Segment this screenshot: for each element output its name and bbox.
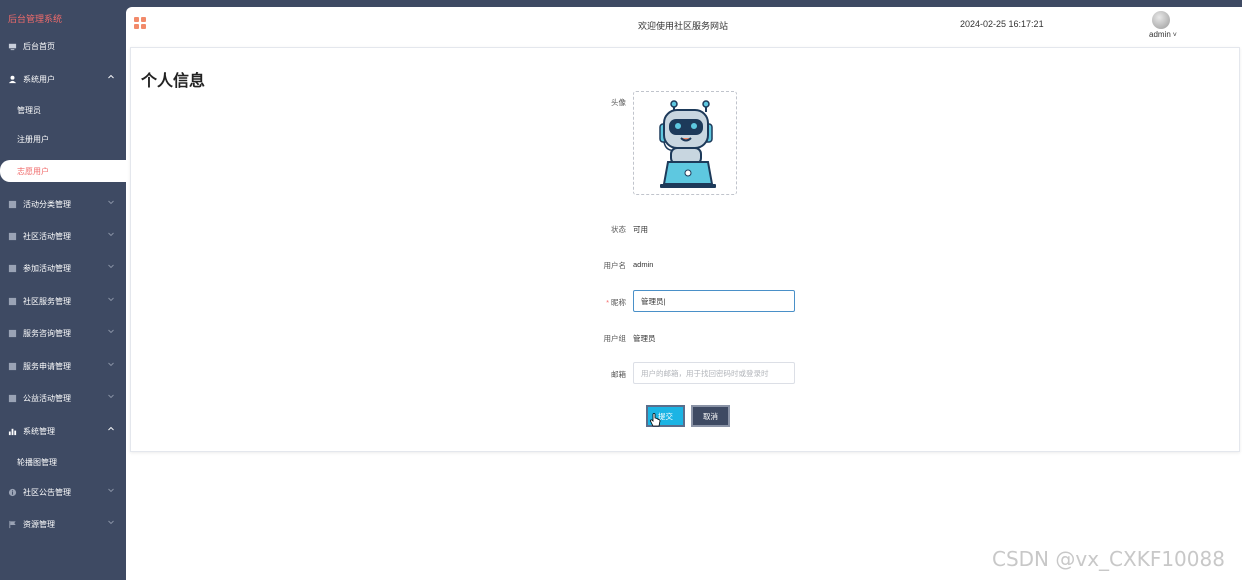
welcome-text: 欢迎使用社区服务网站 (638, 21, 729, 31)
status-value: 可用 (633, 225, 648, 234)
username-label: 用户名 (603, 261, 627, 270)
chevron-down-icon (108, 200, 114, 205)
chevron-down-icon (108, 232, 114, 237)
sidebar-item-label: 参加活动管理 (23, 263, 71, 273)
app-title: 后台管理系统 (8, 14, 63, 24)
email-label: 邮箱 (611, 370, 626, 379)
chevron-down-icon (108, 394, 114, 399)
sidebar-item-label: 系统管理 (23, 426, 55, 436)
avatar-label: 头像 (611, 98, 626, 107)
sidebar-item-join-activity[interactable]: 参加活动管理 (0, 256, 126, 280)
sidebar-sub-volunteer-users[interactable]: 志愿用户 (0, 159, 126, 183)
sidebar-sub-admin[interactable]: 管理员 (0, 98, 126, 122)
nickname-label-text: 昵称 (611, 298, 626, 307)
user-dropdown[interactable]: admin ˅ (1149, 30, 1177, 39)
current-datetime: 2024-02-25 16:17:21 (960, 19, 1044, 29)
username-value: admin (633, 260, 654, 269)
hand-cursor-icon (650, 413, 661, 427)
sidebar: 后台管理系统 后台首页 系统用户 管理员 注册用户 志愿用户 活动分类管理 社区… (0, 0, 126, 580)
status-label: 状态 (611, 225, 626, 234)
sidebar-item-label: 社区活动管理 (23, 231, 71, 241)
sidebar-item-community-activity[interactable]: 社区活动管理 (0, 224, 126, 248)
chevron-down-icon (108, 488, 114, 493)
sidebar-item-service-apply[interactable]: 服务申请管理 (0, 354, 126, 378)
user-name: admin (1149, 30, 1171, 39)
user-icon (8, 75, 17, 83)
sidebar-sub-carousel[interactable]: 轮播图管理 (0, 450, 126, 474)
sidebar-item-system-users[interactable]: 系统用户 (0, 67, 126, 91)
info-icon (8, 488, 17, 496)
nickname-input-value: 管理员 (641, 296, 664, 306)
sidebar-item-label: 公益活动管理 (23, 393, 71, 403)
list-icon (8, 264, 17, 272)
text-cursor: | (663, 296, 666, 306)
chevron-down-icon (108, 362, 114, 367)
robot-avatar-icon (659, 100, 716, 188)
sidebar-item-charity-activity[interactable]: 公益活动管理 (0, 386, 126, 410)
sidebar-item-system-management[interactable]: 系统管理 (0, 419, 126, 443)
chevron-down-icon (108, 264, 114, 269)
sidebar-item-label: 社区服务管理 (23, 296, 71, 306)
top-header: 欢迎使用社区服务网站 2024-02-25 16:17:21 admin ˅ (126, 7, 1242, 44)
sidebar-item-label: 服务申请管理 (23, 361, 71, 371)
sidebar-item-label: 系统用户 (23, 74, 55, 84)
usergroup-value: 管理员 (633, 334, 656, 343)
chevron-up-icon (108, 74, 114, 79)
sidebar-item-resources[interactable]: 资源管理 (0, 512, 126, 536)
sidebar-item-label: 服务咨询管理 (23, 328, 71, 338)
sidebar-item-home[interactable]: 后台首页 (0, 34, 126, 58)
chevron-down-icon (108, 297, 114, 302)
chevron-down-icon: ˅ (1170, 32, 1177, 39)
nickname-label: * 昵称 (606, 298, 626, 307)
list-icon (8, 329, 17, 337)
cancel-button[interactable]: 取消 (691, 405, 730, 427)
sidebar-item-label: 活动分类管理 (23, 199, 71, 209)
sidebar-item-activity-category[interactable]: 活动分类管理 (0, 192, 126, 216)
list-icon (8, 232, 17, 240)
chevron-down-icon (108, 520, 114, 525)
avatar[interactable] (1152, 11, 1170, 29)
avatar-upload[interactable] (633, 91, 737, 195)
nickname-input[interactable]: 管理员 | (633, 290, 795, 312)
list-icon (8, 200, 17, 208)
list-icon (8, 394, 17, 402)
menu-grid-icon[interactable] (134, 17, 146, 29)
sidebar-item-community-service[interactable]: 社区服务管理 (0, 289, 126, 313)
email-field[interactable]: 用户的邮箱，用于找回密码时或登录时 (633, 362, 795, 384)
bar-chart-icon (8, 428, 17, 435)
sidebar-item-announcements[interactable]: 社区公告管理 (0, 480, 126, 504)
page-title: 个人信息 (141, 73, 206, 90)
monitor-icon (8, 43, 17, 50)
flag-icon (9, 520, 16, 528)
usergroup-label: 用户组 (603, 334, 627, 343)
list-icon (8, 362, 17, 370)
watermark: CSDN @vx_CXKF10088 (992, 547, 1225, 571)
sidebar-item-service-consult[interactable]: 服务咨询管理 (0, 321, 126, 345)
sidebar-item-label: 资源管理 (23, 519, 55, 529)
list-icon (8, 297, 17, 305)
chevron-up-icon (108, 426, 114, 431)
email-placeholder: 用户的邮箱，用于找回密码时或登录时 (641, 368, 769, 378)
sidebar-item-label: 后台首页 (23, 41, 55, 51)
chevron-down-icon (108, 329, 114, 334)
sidebar-item-label: 社区公告管理 (23, 487, 71, 497)
sidebar-sub-registered-users[interactable]: 注册用户 (0, 127, 126, 151)
